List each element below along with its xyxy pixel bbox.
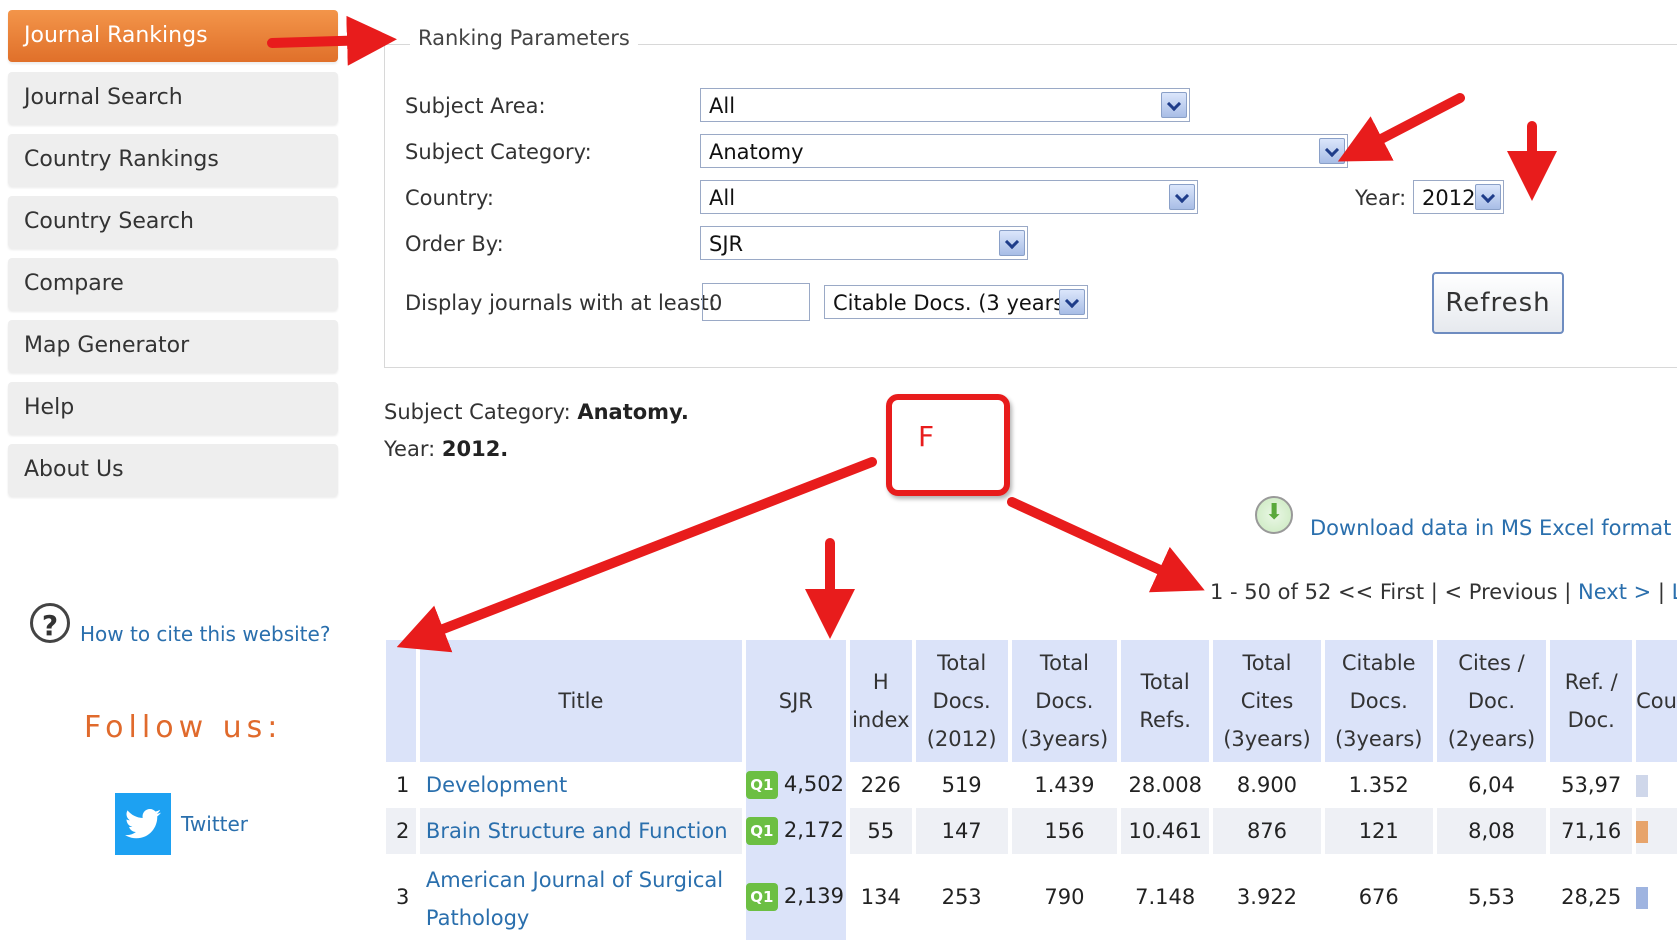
arrow-to-journal-rankings xyxy=(267,15,397,66)
arrow-to-pagination xyxy=(1007,497,1205,593)
arrow-to-subject-category xyxy=(1337,93,1465,162)
annotation-arrows xyxy=(267,15,1557,653)
annotation-label: F xyxy=(918,420,935,453)
annotation-box-f: F xyxy=(886,394,1010,496)
arrow-to-table-title xyxy=(396,457,877,653)
